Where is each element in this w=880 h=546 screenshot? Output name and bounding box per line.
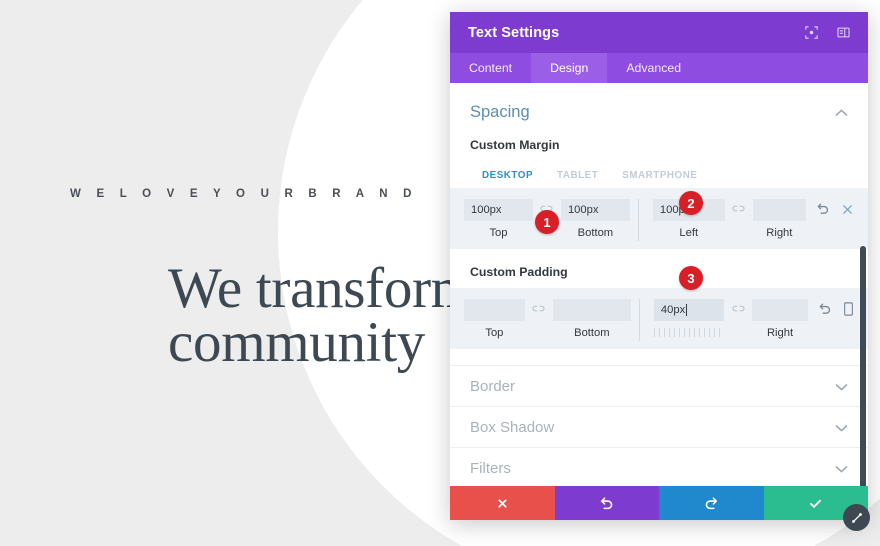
- panel-scrollbar[interactable]: [860, 83, 866, 486]
- undo-icon: [600, 496, 613, 509]
- redo-button[interactable]: [659, 486, 764, 520]
- margin-top-label: Top: [489, 227, 508, 239]
- padding-left-slider[interactable]: [653, 328, 725, 337]
- resize-handle-icon[interactable]: [843, 504, 870, 531]
- margin-right-label: Right: [766, 227, 793, 239]
- padding-bottom-input[interactable]: [552, 299, 631, 321]
- check-icon: [810, 499, 822, 508]
- device-tab-smartphone[interactable]: SMARTPHONE: [610, 164, 709, 188]
- discard-button[interactable]: [450, 486, 555, 520]
- chevron-down-icon[interactable]: [835, 462, 848, 475]
- padding-top-label: Top: [485, 327, 504, 339]
- close-icon: [498, 498, 507, 508]
- device-tab-desktop[interactable]: DESKTOP: [470, 164, 546, 188]
- layout-panel-icon[interactable]: [832, 22, 854, 44]
- accordion-border[interactable]: Border: [450, 365, 868, 406]
- chevron-down-icon[interactable]: [835, 421, 848, 434]
- hero-eyebrow-text: W E L O V E Y O U R B R A N D: [70, 188, 418, 200]
- hero-headline-text: We transforms community: [168, 257, 497, 374]
- design-accordion-list: Border Box Shadow Filters: [450, 365, 868, 486]
- modal-tab-bar: Content Design Advanced: [450, 53, 868, 83]
- link-padding-left-right-icon[interactable]: [724, 299, 752, 316]
- padding-left-value: 40px: [660, 304, 686, 316]
- accordion-filters[interactable]: Filters: [450, 447, 868, 486]
- link-margin-left-right-icon[interactable]: [725, 199, 753, 216]
- annotation-badge-3: 3: [679, 266, 703, 290]
- accordion-border-label: Border: [470, 377, 516, 395]
- tab-design[interactable]: Design: [531, 53, 608, 83]
- margin-right-input[interactable]: [752, 199, 807, 221]
- modal-body: Spacing Custom Margin DESKTOP TABLET SMA…: [450, 83, 868, 486]
- device-tab-tablet[interactable]: TABLET: [545, 164, 610, 188]
- margin-device-tabs: DESKTOP TABLET SMARTPHONE: [470, 164, 848, 188]
- modal-footer: [450, 486, 868, 520]
- custom-padding-row: Top Bottom 40px Right: [450, 288, 868, 349]
- modal-title: Text Settings: [468, 24, 560, 41]
- margin-close-icon[interactable]: [841, 203, 854, 216]
- mobile-device-icon[interactable]: [843, 302, 854, 316]
- link-padding-top-bottom-icon[interactable]: [525, 299, 553, 316]
- modal-scroll-area: Spacing Custom Margin DESKTOP TABLET SMA…: [450, 83, 868, 486]
- chevron-down-icon[interactable]: [835, 380, 848, 393]
- chevron-up-icon[interactable]: [835, 106, 848, 119]
- tab-advanced[interactable]: Advanced: [607, 53, 700, 83]
- margin-bottom-input[interactable]: 100px: [560, 199, 630, 221]
- modal-header: Text Settings: [450, 12, 868, 53]
- text-caret: [686, 304, 688, 316]
- expand-icon[interactable]: [800, 22, 822, 44]
- accordion-box-shadow-label: Box Shadow: [470, 418, 555, 436]
- spacing-section-title: Spacing: [470, 103, 530, 121]
- margin-left-label: Left: [679, 227, 699, 239]
- padding-right-label: Right: [766, 327, 794, 339]
- margin-reset-icon[interactable]: [816, 202, 830, 216]
- tab-content[interactable]: Content: [450, 53, 531, 83]
- custom-margin-row: 100px Top 100px Bottom 100px Left Right: [450, 188, 868, 249]
- accordion-box-shadow[interactable]: Box Shadow: [450, 406, 868, 447]
- annotation-badge-2: 2: [679, 191, 703, 215]
- redo-icon: [705, 496, 718, 509]
- margin-bottom-label: Bottom: [577, 227, 614, 239]
- padding-bottom-label: Bottom: [574, 327, 610, 339]
- undo-button[interactable]: [554, 486, 659, 520]
- padding-reset-icon[interactable]: [818, 302, 832, 316]
- accordion-filters-label: Filters: [470, 459, 511, 477]
- spacing-section-header[interactable]: Spacing: [450, 83, 868, 122]
- padding-left-input[interactable]: 40px: [653, 299, 725, 321]
- custom-padding-label: Custom Padding: [470, 265, 568, 279]
- text-settings-modal: Text Settings Content Design Advanced Sp…: [450, 12, 868, 520]
- padding-right-input[interactable]: [752, 299, 808, 321]
- custom-margin-label: Custom Margin: [470, 138, 560, 152]
- margin-top-input[interactable]: 100px: [464, 199, 533, 221]
- annotation-badge-1: 1: [535, 210, 559, 234]
- padding-top-input[interactable]: [464, 299, 525, 321]
- panel-scrollbar-thumb[interactable]: [860, 246, 866, 486]
